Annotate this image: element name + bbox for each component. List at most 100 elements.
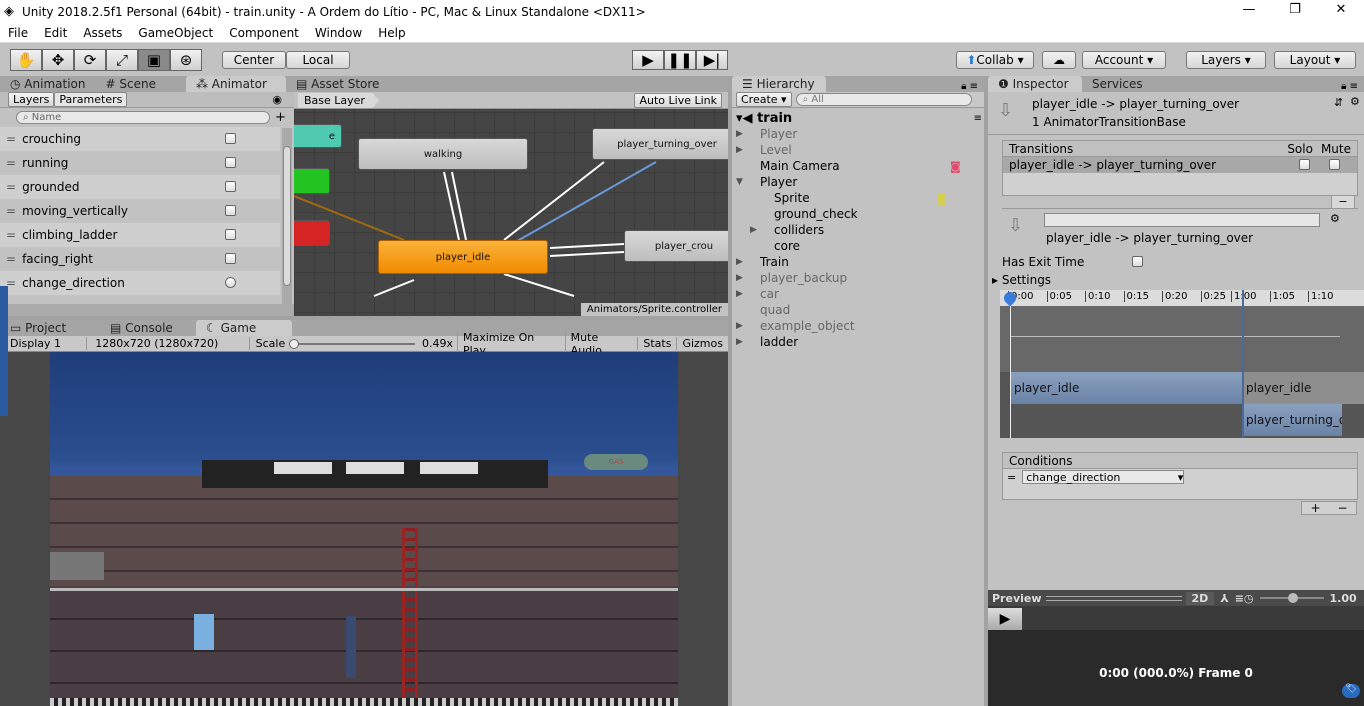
hierarchy-item[interactable]: ▶ example_object [736,318,855,334]
parameters-subtab[interactable]: Parameters [54,92,128,107]
drag-handle-icon[interactable]: = [6,228,16,242]
collapse-arrow-icon[interactable]: ▶ [736,289,750,299]
parameter-row[interactable]: = running [0,151,280,175]
horizontal-scrollbar[interactable] [0,304,294,316]
menu-help[interactable]: Help [370,26,413,40]
state-player-idle[interactable]: player_idle [378,240,548,274]
transform-tool-icon[interactable]: ⊛ [170,49,202,71]
scene-menu-icon[interactable]: ≡ [974,113,982,124]
drag-handle-icon[interactable]: = [6,252,16,266]
move-tool-icon[interactable]: ✥ [42,49,74,71]
parameter-checkbox[interactable] [225,253,236,264]
destination-clip[interactable]: player_turning_o [1242,404,1342,436]
settings-gear-icon[interactable]: ⚙ [1350,95,1360,108]
layout-dropdown[interactable]: Layout ▾ [1274,51,1356,69]
preview-play-icon[interactable]: ▶ [988,608,1022,630]
animator-graph[interactable]: Base Layer Auto Live Link e walking play… [294,92,728,316]
tab-console[interactable]: ▤ Console [100,320,196,336]
transition-row[interactable]: player_idle -> player_turning_over [1003,157,1357,173]
any-state-node[interactable] [294,168,330,194]
tab-scene[interactable]: # Scene [95,76,165,92]
scene-root[interactable]: ▾ ◀ train ≡ [736,110,982,126]
tag-icon[interactable]: 🏷︎ [1342,684,1360,698]
hierarchy-item[interactable]: ▶ Train [736,254,789,270]
parameter-row[interactable]: = climbing_ladder [0,223,280,247]
scale-tool-icon[interactable]: ⤢ [106,49,138,71]
tab-inspector[interactable]: ❶ Inspector [988,76,1082,92]
parameter-checkbox[interactable] [225,133,236,144]
tab-game[interactable]: ☾ Game [196,320,292,336]
parameter-row[interactable]: = crouching [0,127,280,151]
settings-gear-icon[interactable]: ⚙ [1330,212,1340,225]
collapse-arrow-icon[interactable]: ▶ [736,273,750,283]
hierarchy-item[interactable]: ▼ Player [736,174,797,190]
lock-icon[interactable]: 🔒︎ ≡ [961,81,978,92]
collapse-arrow-icon[interactable]: ▶ [736,145,750,155]
entry-state-node[interactable]: e [294,124,342,148]
tab-services[interactable]: Services [1082,76,1153,92]
hierarchy-item[interactable]: ▶ colliders [750,222,824,238]
eye-icon[interactable]: ◉ [272,93,282,106]
transition-timeline[interactable]: 0:00 0:05 0:10 0:15 0:20 0:25 1:00 1:05 1:10 pla… [1000,290,1364,438]
solo-checkbox[interactable] [1299,159,1310,170]
play-icon[interactable]: ▶ [632,50,664,70]
preview-speed-slider[interactable] [1259,593,1324,603]
preview-area[interactable]: ▶ 0:00 (000.0%) Frame 0 🏷︎ [988,606,1364,706]
drag-handle-icon[interactable]: = [6,132,16,146]
maximize-button[interactable]: ❐ [1272,2,1318,22]
collapse-arrow-icon[interactable]: ▶ [736,257,750,267]
pivot-axes-icon[interactable]: ⅄ [1214,592,1234,605]
parameter-checkbox[interactable] [225,181,236,192]
scale-slider[interactable] [289,338,418,349]
parameter-checkbox[interactable] [225,157,236,168]
hierarchy-item[interactable]: ▶ ladder [736,334,798,350]
hierarchy-item[interactable]: ▶ Level [736,142,792,158]
drag-handle-icon[interactable]: = [6,204,16,218]
parameter-trigger[interactable] [225,277,236,288]
hierarchy-item[interactable]: ▶ Player [736,126,797,142]
parameter-search-input[interactable]: ⌕ Name [16,111,270,124]
rect-tool-icon[interactable]: ▣ [138,49,170,71]
pause-icon[interactable]: ❚❚ [664,50,696,70]
hierarchy-item[interactable]: ▶ player_backup [736,270,847,286]
layers-dropdown[interactable]: Layers ▾ [1186,51,1266,69]
state-walking[interactable]: walking [358,138,528,170]
drag-handle-icon[interactable]: = [1007,471,1016,484]
gizmos-dropdown[interactable]: Gizmos [676,337,728,350]
hierarchy-item[interactable]: core [750,238,800,254]
stats-toggle[interactable]: Stats [637,337,676,350]
tab-asset-store[interactable]: ▤ Asset Store [286,76,390,92]
pivot-center-button[interactable]: Center [222,51,286,69]
tab-animation[interactable]: ◷ Animation [0,76,95,92]
hierarchy-search-input[interactable]: ⌕ All [795,93,972,106]
preset-icon[interactable]: ⇵ [1334,96,1343,109]
cloud-icon[interactable]: ☁ [1042,51,1076,69]
parameter-row[interactable]: = facing_right [0,247,280,271]
parameter-row[interactable]: = grounded [0,175,280,199]
layers-subtab[interactable]: Layers [8,92,55,107]
state-player-crouch[interactable]: player_crou [624,230,728,262]
has-exit-time-checkbox[interactable] [1132,256,1143,267]
preview-2d-toggle[interactable]: 2D [1185,591,1215,605]
tab-hierarchy[interactable]: ☰ Hierarchy [732,76,826,92]
state-player-turning-over[interactable]: player_turning_over [592,128,728,160]
account-dropdown[interactable]: Account ▾ [1082,51,1166,69]
condition-parameter-dropdown[interactable]: change_direction ▾ [1022,470,1185,484]
parameter-row[interactable]: = moving_vertically [0,199,280,223]
collab-button[interactable]: ⬆ Collab ▾ [956,51,1034,69]
collapse-arrow-icon[interactable]: ▶ [736,337,750,347]
rotate-tool-icon[interactable]: ⟳ [74,49,106,71]
parameter-checkbox[interactable] [225,229,236,240]
close-button[interactable]: ✕ [1318,2,1364,22]
collapse-arrow-icon[interactable]: ▶ [736,321,750,331]
transition-name-input[interactable] [1044,213,1320,227]
remove-condition-button[interactable]: − [1337,502,1347,514]
mute-checkbox[interactable] [1329,159,1340,170]
source-clip[interactable]: player_idle [1010,372,1242,404]
remove-transition-button[interactable]: − [1331,195,1355,209]
settings-foldout[interactable]: ▸ Settings [992,273,1051,287]
minimize-button[interactable]: — [1226,2,1272,22]
lock-icon[interactable]: 🔒︎ ≡ [1341,81,1358,92]
drag-handle-icon[interactable]: = [6,180,16,194]
menu-file[interactable]: File [0,26,36,40]
